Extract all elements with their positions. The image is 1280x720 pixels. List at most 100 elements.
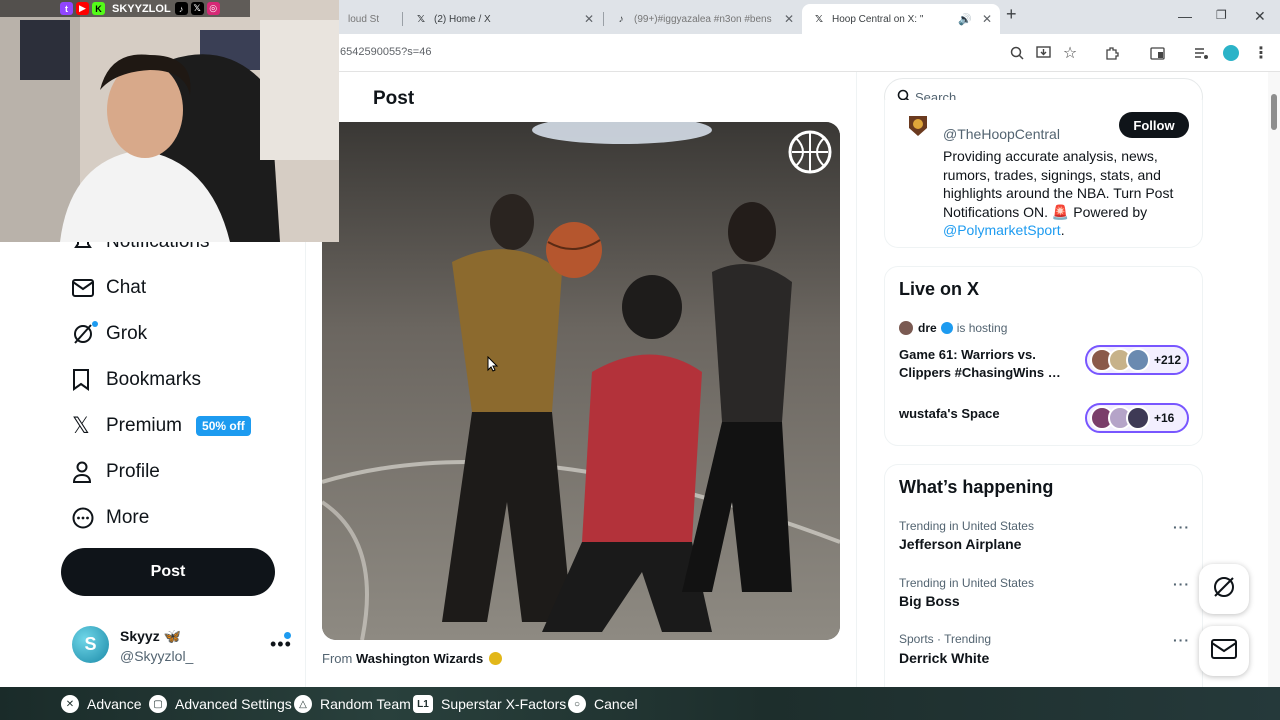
browser-tab[interactable]: loud St <box>338 4 400 34</box>
profile-bio: Providing accurate analysis, news, rumor… <box>943 147 1193 240</box>
sidebar-item-premium[interactable]: 𝕏 Premium 50% off <box>62 406 251 446</box>
bio-link[interactable]: @PolymarketSport <box>943 222 1061 238</box>
browser-menu-icon[interactable]: ⋮ <box>1252 44 1270 62</box>
random-team-control[interactable]: △ Random Team <box>294 695 411 713</box>
scroll-thumb[interactable] <box>1271 94 1277 130</box>
minimize-button[interactable]: — <box>1178 8 1192 24</box>
tiktok-icon: ♪ <box>174 2 188 15</box>
messages-fab-button[interactable] <box>1199 626 1249 676</box>
advanced-settings-control[interactable]: ▢ Advanced Settings <box>149 695 292 713</box>
live-listeners-pill[interactable]: +212 <box>1085 345 1189 375</box>
trend-name[interactable]: Big Boss <box>899 593 960 609</box>
bookmark-star-icon[interactable]: ☆ <box>1061 44 1079 62</box>
more-horizontal-icon[interactable]: ··· <box>1173 576 1190 592</box>
split-view-icon[interactable] <box>1148 44 1166 62</box>
webcam-overlay: t ▶ K SKYYZLOL ♪ 𝕏 ◎ <box>0 0 339 242</box>
square-button-icon: ▢ <box>149 695 167 713</box>
host-suffix: is hosting <box>956 321 1008 335</box>
close-icon[interactable]: ✕ <box>982 12 992 26</box>
restore-button[interactable]: ❐ <box>1216 8 1227 22</box>
more-circle-icon <box>62 507 106 529</box>
sidebar-item-label: Chat <box>106 277 147 298</box>
trend-name[interactable]: Derrick White <box>899 650 989 666</box>
media-control-icon[interactable] <box>1192 44 1210 62</box>
sidebar-item-label: Grok <box>106 323 148 344</box>
live-host-row: dre is hosting <box>899 321 1007 335</box>
sidebar-item-grok[interactable]: Grok <box>62 314 147 354</box>
sidebar-item-bookmarks[interactable]: Bookmarks <box>62 360 201 400</box>
browser-tab[interactable]: ♪ (99+)#iggyazalea #n3on #bens ✕ <box>604 4 802 34</box>
zoom-icon[interactable] <box>1008 44 1026 62</box>
sidebar-item-label: More <box>106 507 150 528</box>
mail-icon <box>1211 638 1237 664</box>
whats-happening-card: What’s happening Trending in United Stat… <box>884 464 1203 694</box>
live-space-title[interactable]: wustafa's Space <box>899 405 1074 423</box>
live-space-title[interactable]: Game 61: Warriors vs. Clippers #ChasingW… <box>899 346 1074 382</box>
sidebar-item-chat[interactable]: Chat <box>62 268 146 308</box>
host-name[interactable]: dre <box>918 321 937 335</box>
video-source: From Washington Wizards <box>322 651 502 666</box>
tiktok-icon: ♪ <box>618 13 624 25</box>
close-window-button[interactable]: ✕ <box>1254 8 1266 25</box>
grok-icon <box>62 321 106 345</box>
profile-handle[interactable]: @TheHoopCentral <box>943 126 1060 142</box>
grok-fab-button[interactable] <box>1199 564 1249 614</box>
browser-tab-active[interactable]: 𝕏 Hoop Central on X: " 🔊 ✕ <box>802 4 1000 34</box>
more-horizontal-icon[interactable]: ··· <box>1173 632 1190 648</box>
notification-dot <box>284 632 291 639</box>
verified-org-badge-icon <box>488 652 502 665</box>
speaker-icon[interactable]: 🔊 <box>958 13 972 26</box>
advance-control[interactable]: ✕ Advance <box>61 695 141 713</box>
more-horizontal-icon[interactable]: ··· <box>1173 519 1190 535</box>
control-label: Advanced Settings <box>175 696 292 712</box>
control-label: Superstar X-Factors <box>441 696 567 712</box>
tab-title: Hoop Central on X: " <box>832 13 924 25</box>
cancel-control[interactable]: ○ Cancel <box>568 695 638 713</box>
avatar <box>899 321 913 335</box>
superstar-xfactors-control[interactable]: L1 Superstar X-Factors <box>413 695 566 713</box>
cross-button-icon: ✕ <box>61 695 79 713</box>
avatar <box>1126 348 1150 372</box>
bookmark-icon <box>62 369 106 391</box>
account-name: Skyyz 🦋 <box>120 628 182 644</box>
notification-dot <box>92 321 98 327</box>
extensions-icon[interactable] <box>1103 44 1121 62</box>
close-icon[interactable]: ✕ <box>784 12 794 26</box>
trend-context: Trending in United States <box>899 576 1034 590</box>
account-switcher[interactable]: S Skyyz 🦋 @Skyyzlol_ ••• <box>72 626 294 668</box>
triangle-button-icon: △ <box>294 695 312 713</box>
post-button[interactable]: Post <box>61 548 275 596</box>
kick-icon: K <box>92 2 105 15</box>
person-icon <box>62 461 106 483</box>
post-video[interactable] <box>322 122 840 640</box>
verified-badge-icon <box>940 322 953 334</box>
tab-title: loud St <box>348 13 380 25</box>
x-logo-icon: 𝕏 <box>416 13 426 25</box>
sidebar-item-profile[interactable]: Profile <box>62 452 160 492</box>
tab-title: (99+)#iggyazalea #n3on #bens <box>634 13 772 25</box>
x-logo-icon: 𝕏 <box>190 2 204 15</box>
game-controls-bar: ✕ Advance ▢ Advanced Settings △ Random T… <box>0 687 1280 720</box>
new-tab-button[interactable]: + <box>1006 4 1017 25</box>
follow-button[interactable]: Follow <box>1119 112 1189 138</box>
x-logo-icon: 𝕏 <box>814 13 824 25</box>
close-icon[interactable]: ✕ <box>584 12 594 26</box>
profile-card: @TheHoopCentral Follow Providing accurat… <box>884 100 1203 248</box>
url-text[interactable]: 6542590055?s=46 <box>340 46 431 58</box>
sidebar-item-more[interactable]: More <box>62 498 149 538</box>
install-app-icon[interactable] <box>1034 44 1052 62</box>
scrollbar[interactable] <box>1268 72 1280 687</box>
control-label: Advance <box>87 696 142 712</box>
trend-name[interactable]: Jefferson Airplane <box>899 536 1021 552</box>
video-frame <box>322 122 840 640</box>
trend-context: Sports · Trending <box>899 632 992 646</box>
source-account-link[interactable]: Washington Wizards <box>356 651 483 666</box>
happening-heading: What’s happening <box>899 477 1054 497</box>
live-listeners-pill[interactable]: +16 <box>1085 403 1189 433</box>
bio-text: Providing accurate analysis, news, rumor… <box>943 148 1174 220</box>
tab-title: (2) Home / X <box>434 13 491 25</box>
profile-avatar-icon[interactable] <box>1222 44 1240 62</box>
avatar: S <box>72 626 109 663</box>
listener-count: +212 <box>1154 353 1182 367</box>
browser-tab[interactable]: 𝕏 (2) Home / X ✕ <box>404 4 602 34</box>
